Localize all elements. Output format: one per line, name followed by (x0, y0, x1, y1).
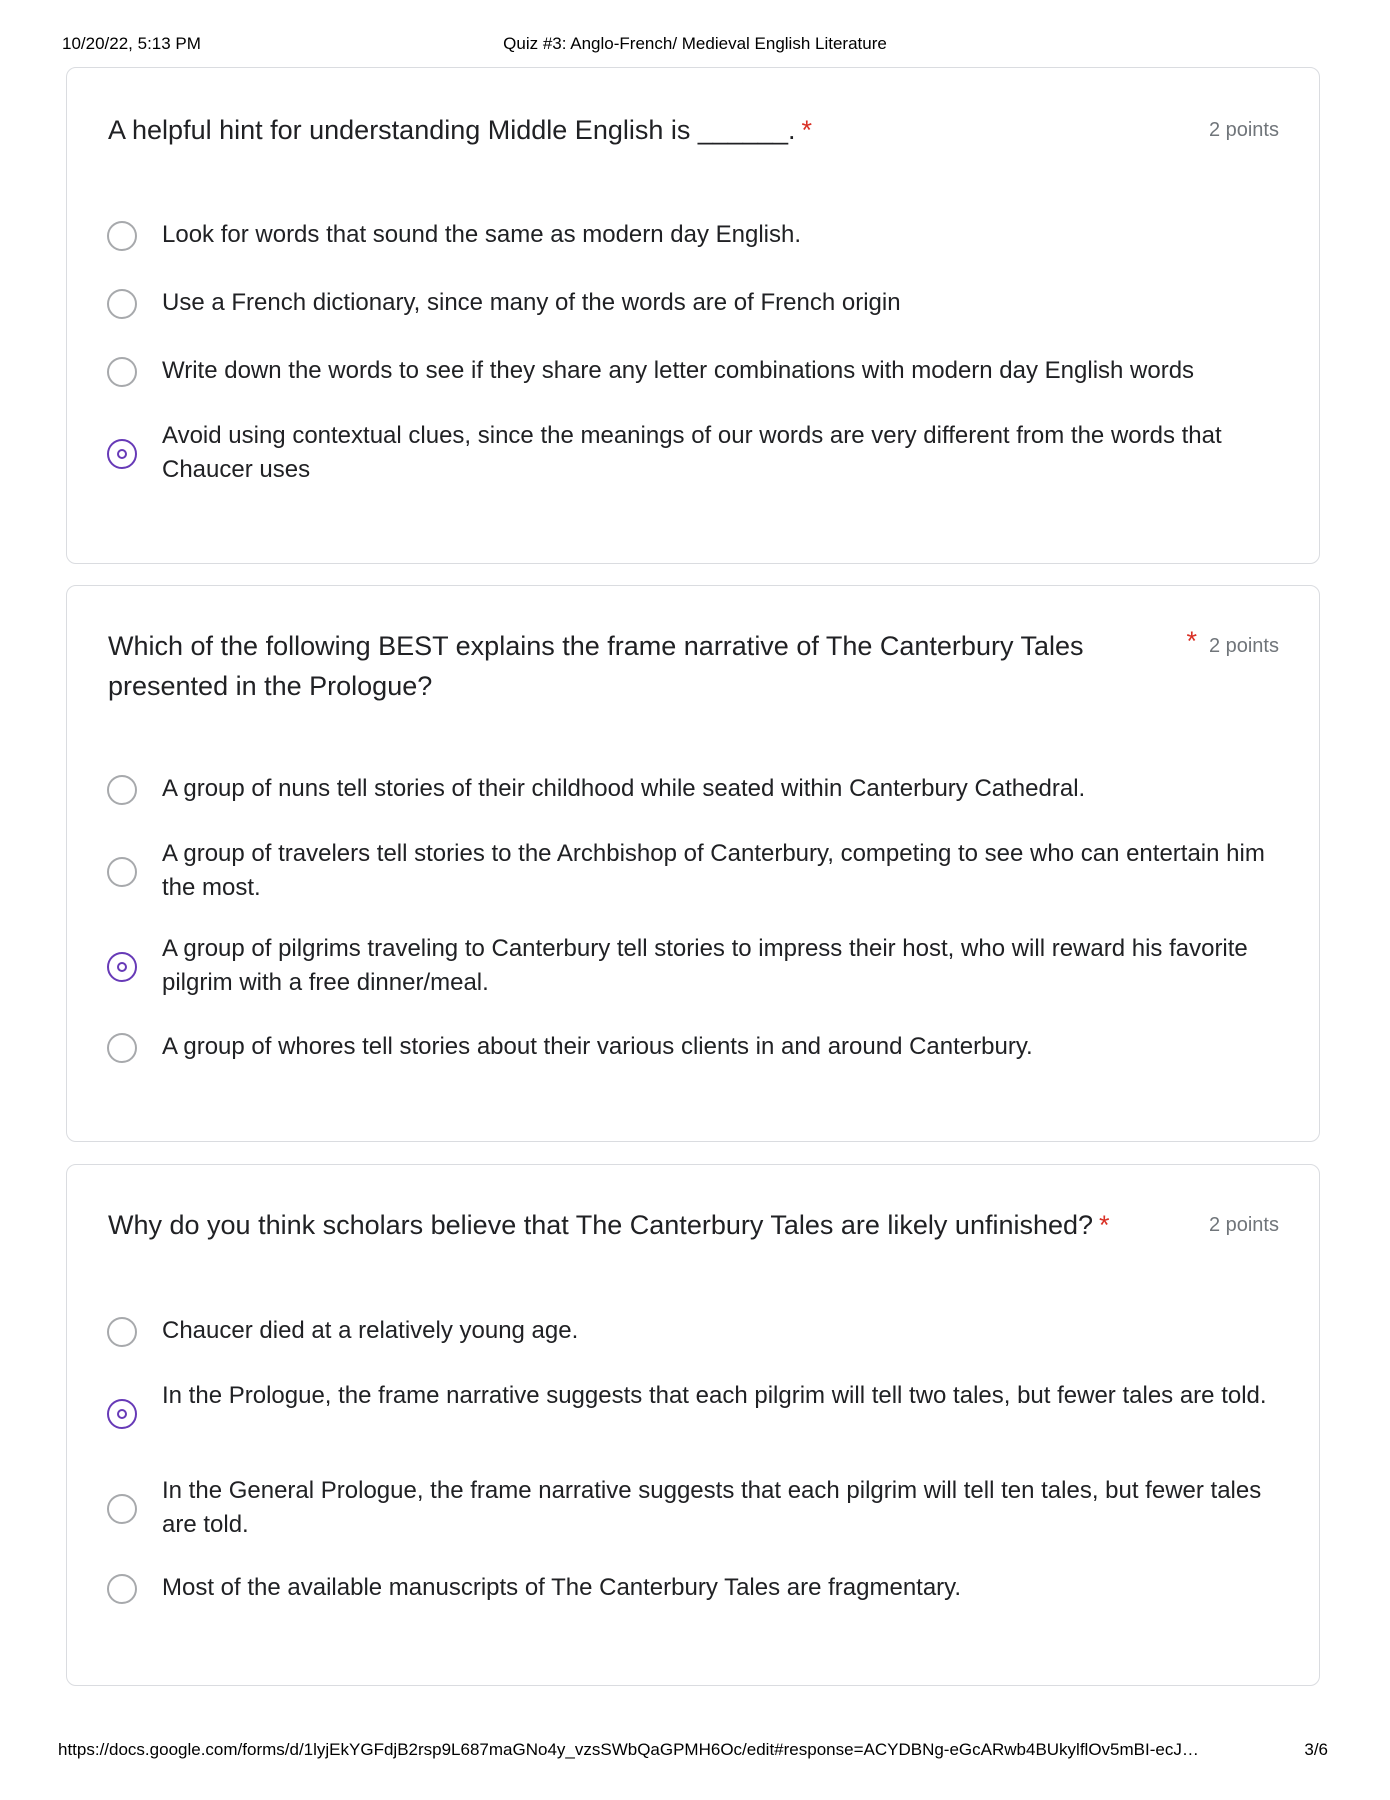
radio-button[interactable] (107, 357, 137, 387)
required-asterisk: * (801, 115, 812, 145)
option-label: Look for words that sound the same as mo… (162, 221, 802, 248)
print-page-title: Quiz #3: Anglo-French/ Medieval English … (503, 34, 887, 53)
radio-button[interactable] (107, 289, 137, 319)
print-url: https://docs.google.com/forms/d/1lyjEkYG… (58, 1740, 1199, 1759)
radio-button[interactable] (107, 1494, 137, 1524)
radio-button-selected[interactable] (107, 1399, 137, 1429)
option-label: Use a French dictionary, since many of t… (162, 289, 901, 316)
option-label: A group of pilgrims traveling to Canterb… (162, 935, 1248, 996)
points-label: 2 points (1208, 635, 1279, 657)
radio-button-selected[interactable] (107, 952, 137, 982)
required-asterisk: * (1186, 626, 1197, 656)
question-text: Why do you think scholars believe that T… (108, 1210, 1094, 1240)
question-card-3: Why do you think scholars believe that T… (66, 1164, 1320, 1686)
page-number: 3/6 (1304, 1740, 1328, 1759)
question-title: Which of the following BEST explains the… (108, 626, 1108, 706)
option-label: Avoid using contextual clues, since the … (162, 422, 1222, 483)
option-label: Chaucer died at a relatively young age. (162, 1317, 579, 1344)
required-asterisk: * (1099, 1210, 1110, 1240)
option-label: A group of nuns tell stories of their ch… (162, 775, 1086, 802)
question-title: A helpful hint for understanding Middle … (108, 110, 1128, 150)
question-card-2: Which of the following BEST explains the… (66, 585, 1320, 1142)
print-footer: https://docs.google.com/forms/d/1lyjEkYG… (58, 1740, 1328, 1764)
radio-button[interactable] (107, 1574, 137, 1604)
question-title: Why do you think scholars believe that T… (108, 1205, 1128, 1245)
print-header: 10/20/22, 5:13 PM Quiz #3: Anglo-French/… (62, 34, 1328, 58)
points-label: 2 points (1208, 1214, 1279, 1236)
radio-button[interactable] (107, 1033, 137, 1063)
option-label: In the Prologue, the frame narrative sug… (162, 1382, 1267, 1409)
radio-button-selected[interactable] (107, 439, 137, 469)
radio-button[interactable] (107, 857, 137, 887)
option-label: Most of the available manuscripts of The… (162, 1574, 962, 1601)
question-text: A helpful hint for understanding Middle … (108, 115, 796, 145)
option-label: In the General Prologue, the frame narra… (162, 1477, 1262, 1538)
radio-button[interactable] (107, 1317, 137, 1347)
option-label: Write down the words to see if they shar… (162, 357, 1195, 384)
question-card-1: A helpful hint for understanding Middle … (66, 67, 1320, 564)
radio-button[interactable] (107, 221, 137, 251)
option-label: A group of travelers tell stories to the… (162, 840, 1265, 901)
radio-button[interactable] (107, 775, 137, 805)
option-label: A group of whores tell stories about the… (162, 1033, 1033, 1060)
question-text: Which of the following BEST explains the… (108, 631, 1084, 701)
points-label: 2 points (1208, 119, 1279, 141)
